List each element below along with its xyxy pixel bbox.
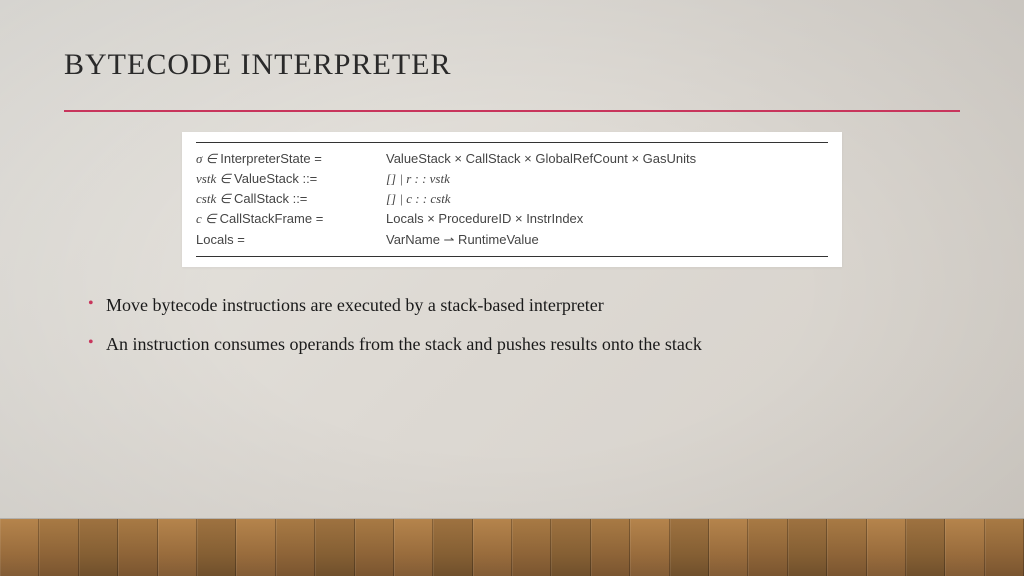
floor-plank xyxy=(315,519,354,576)
floor-plank xyxy=(551,519,590,576)
definitions-inner: σ ∈ InterpreterState = ValueStack × Call… xyxy=(196,142,828,257)
definition-row: σ ∈ InterpreterState = ValueStack × Call… xyxy=(196,149,828,169)
floor-plank xyxy=(118,519,157,576)
title-underline xyxy=(64,110,960,112)
floor-plank xyxy=(158,519,197,576)
floor-plank xyxy=(630,519,669,576)
floor-plank xyxy=(709,519,748,576)
def-rhs: [] | c : : cstk xyxy=(386,189,828,209)
def-lhs: Locals = xyxy=(196,230,386,250)
floor-plank xyxy=(355,519,394,576)
definitions-box: σ ∈ InterpreterState = ValueStack × Call… xyxy=(182,132,842,267)
definition-row: Locals = VarName ⇀ RuntimeValue xyxy=(196,230,828,250)
def-rhs: ValueStack × CallStack × GlobalRefCount … xyxy=(386,149,828,169)
def-lhs: σ ∈ InterpreterState = xyxy=(196,149,386,169)
floor-plank xyxy=(394,519,433,576)
def-rhs: Locals × ProcedureID × InstrIndex xyxy=(386,209,828,229)
wood-floor xyxy=(0,518,1024,576)
def-rhs: VarName ⇀ RuntimeValue xyxy=(386,230,828,250)
definition-row: cstk ∈ CallStack ::= [] | c : : cstk xyxy=(196,189,828,209)
floor-plank xyxy=(236,519,275,576)
floor-plank xyxy=(0,519,39,576)
slide-content: BYTECODE INTERPRETER σ ∈ InterpreterStat… xyxy=(0,0,1024,576)
floor-plank xyxy=(827,519,866,576)
definition-row: vstk ∈ ValueStack ::= [] | r : : vstk xyxy=(196,169,828,189)
def-rhs: [] | r : : vstk xyxy=(386,169,828,189)
bullet-item: An instruction consumes operands from th… xyxy=(88,334,960,355)
floor-plank xyxy=(788,519,827,576)
def-lhs: c ∈ CallStackFrame = xyxy=(196,209,386,229)
floor-plank xyxy=(473,519,512,576)
definition-row: c ∈ CallStackFrame = Locals × ProcedureI… xyxy=(196,209,828,229)
floor-plank xyxy=(945,519,984,576)
floor-plank xyxy=(670,519,709,576)
floor-plank xyxy=(748,519,787,576)
floor-plank xyxy=(906,519,945,576)
floor-plank xyxy=(985,519,1024,576)
def-lhs: cstk ∈ CallStack ::= xyxy=(196,189,386,209)
floor-plank xyxy=(276,519,315,576)
floor-plank xyxy=(39,519,78,576)
floor-plank xyxy=(512,519,551,576)
floor-plank xyxy=(79,519,118,576)
floor-plank xyxy=(433,519,472,576)
floor-plank xyxy=(197,519,236,576)
def-lhs: vstk ∈ ValueStack ::= xyxy=(196,169,386,189)
bullet-list: Move bytecode instructions are executed … xyxy=(64,295,960,355)
floor-plank xyxy=(867,519,906,576)
slide-title: BYTECODE INTERPRETER xyxy=(64,48,960,82)
floor-plank xyxy=(591,519,630,576)
bullet-item: Move bytecode instructions are executed … xyxy=(88,295,960,316)
